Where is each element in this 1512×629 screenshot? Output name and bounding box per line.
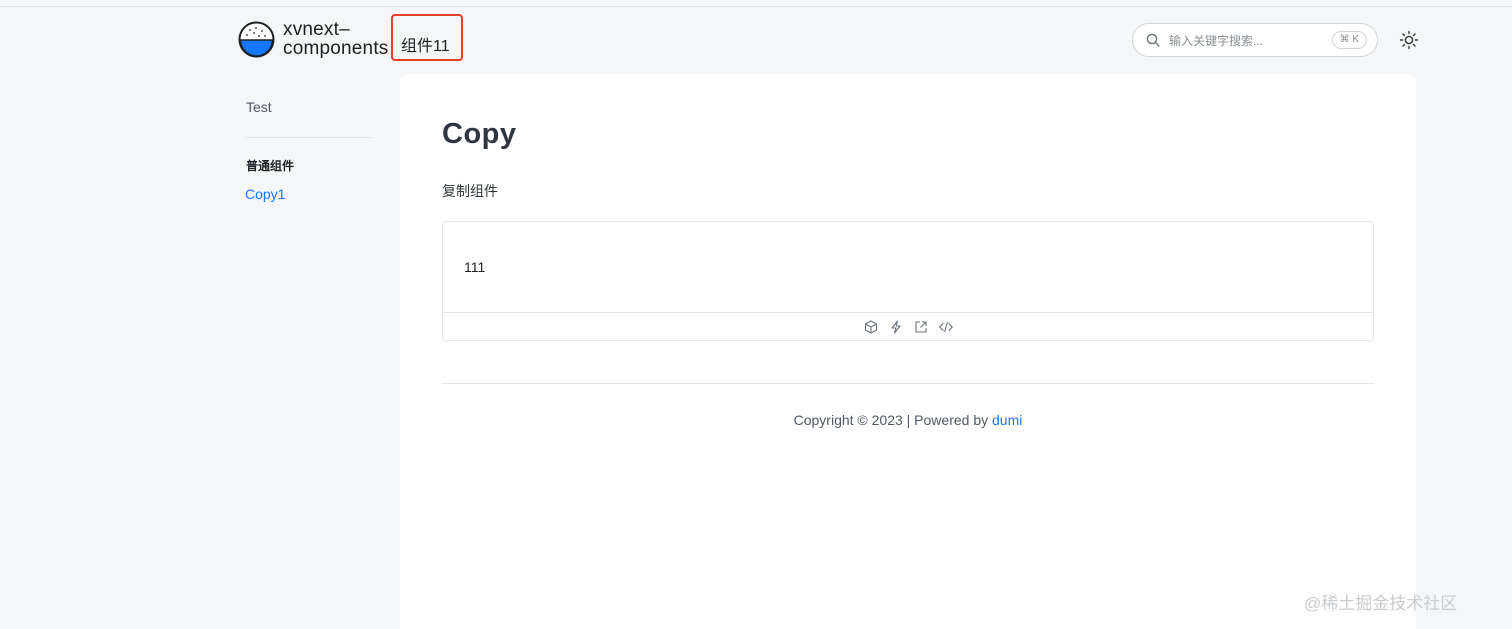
top-border bbox=[0, 6, 1512, 7]
dumi-link[interactable]: dumi bbox=[992, 412, 1022, 428]
open-external-icon[interactable] bbox=[913, 319, 929, 335]
footer-copyright: Copyright © 2023 | Powered by bbox=[793, 412, 993, 428]
sidebar-group-title: 普通组件 bbox=[246, 159, 295, 173]
search-icon bbox=[1146, 33, 1160, 47]
footer: Copyright © 2023 | Powered by dumi bbox=[400, 412, 1416, 428]
sidebar-item-test[interactable]: Test bbox=[246, 99, 272, 115]
demo-preview-text: 111 bbox=[464, 259, 486, 275]
page-description: 复制组件 bbox=[442, 183, 498, 199]
site-logo[interactable]: xvnext– components bbox=[238, 20, 389, 58]
demo-card: 111 bbox=[442, 221, 1374, 341]
site-title-line2: components bbox=[283, 38, 389, 59]
search-shortcut-badge: ⌘ K bbox=[1331, 31, 1367, 49]
sun-icon[interactable] bbox=[1399, 30, 1419, 50]
stackblitz-icon[interactable] bbox=[888, 319, 904, 335]
sidebar-item-copy1[interactable]: Copy1 bbox=[245, 186, 285, 202]
page-title: Copy bbox=[442, 118, 517, 150]
sidebar-divider bbox=[245, 137, 372, 138]
search-input[interactable]: 输入关键字搜索... bbox=[1169, 32, 1332, 49]
show-code-icon[interactable] bbox=[938, 319, 954, 335]
site-title-line1: xvnext– bbox=[283, 19, 350, 40]
main-content: Copy 复制组件 111 Copyright © 2023 | Powered… bbox=[400, 74, 1416, 629]
footer-divider bbox=[442, 383, 1374, 384]
watermark: @稀土掘金技术社区 bbox=[1304, 594, 1458, 613]
search-box[interactable]: 输入关键字搜索... ⌘ K bbox=[1132, 23, 1378, 57]
rice-bowl-logo-icon bbox=[238, 21, 275, 57]
demo-actions-bar bbox=[443, 312, 1373, 341]
nav-item-components[interactable]: 组件11 bbox=[391, 14, 463, 61]
site-title: xvnext– components bbox=[283, 20, 389, 58]
codesandbox-icon[interactable] bbox=[863, 319, 879, 335]
